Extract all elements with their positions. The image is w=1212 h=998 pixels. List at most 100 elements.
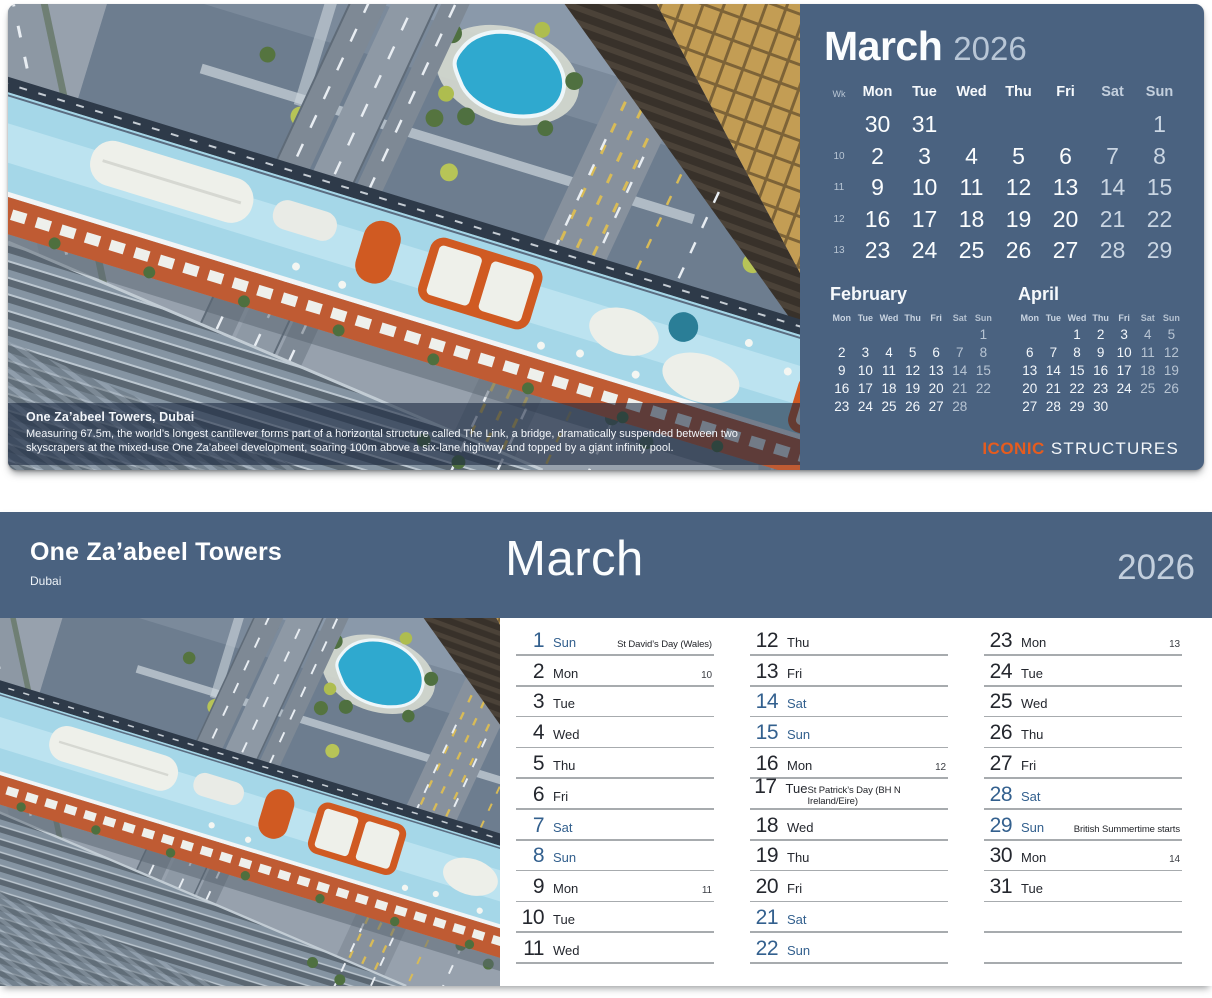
date-row-content: 31Tue xyxy=(984,875,1180,899)
bottom-month-name: March xyxy=(505,534,644,585)
day-header: Thu xyxy=(995,79,1042,105)
rule-line xyxy=(750,808,948,810)
day-cell: 23 xyxy=(854,235,901,267)
date-number: 1 xyxy=(516,629,544,653)
rule-line xyxy=(984,685,1182,687)
day-cell: 24 xyxy=(901,235,948,267)
mini-day-cell: 17 xyxy=(1112,362,1136,380)
desk-calendar-bottom-panel: One Za’abeel Towers Dubai March 2026 1Su… xyxy=(0,512,1212,986)
mini-day-cell: 17 xyxy=(854,380,878,398)
mini-day-cell xyxy=(924,326,948,344)
mini-day-cell xyxy=(972,398,996,416)
day-cell: 15 xyxy=(1136,172,1183,204)
rule-line xyxy=(516,839,714,841)
date-row: 25Wed xyxy=(984,692,1182,723)
mini-day-cell: 7 xyxy=(1042,344,1066,362)
rule-line xyxy=(984,870,1182,872)
aerial-photo-bottom xyxy=(0,618,500,986)
date-row-content: 10Tue xyxy=(516,906,712,930)
rule-line xyxy=(750,654,948,656)
caption-title: One Za’abeel Towers, Dubai xyxy=(26,410,782,424)
date-row-content: 12Thu xyxy=(750,629,946,653)
rule-line xyxy=(516,685,714,687)
day-label: Sun xyxy=(787,943,810,958)
rule-line xyxy=(516,931,714,933)
day-label: Wed xyxy=(787,820,814,835)
mini-day-cell: 30 xyxy=(1089,398,1113,416)
mini-month-title: February xyxy=(830,284,1002,305)
date-row-content: 5Thu xyxy=(516,752,712,776)
location-subtitle: Dubai xyxy=(30,574,282,588)
date-row: 22 Sun xyxy=(750,938,948,969)
date-row: 23Mon13 xyxy=(984,630,1182,661)
date-number: 31 xyxy=(984,875,1012,899)
day-label: Tue xyxy=(1021,666,1043,681)
mini-day-cell: 10 xyxy=(1112,344,1136,362)
date-row-content: 24 Tue xyxy=(984,660,1180,684)
date-row-content: 3Tue xyxy=(516,690,712,714)
mini-day-header: Wed xyxy=(1065,311,1089,326)
rule-line xyxy=(984,808,1182,810)
day-label: Thu xyxy=(553,758,575,773)
date-row xyxy=(984,907,1182,938)
date-number: 14 xyxy=(750,690,778,714)
mini-day-cell: 21 xyxy=(948,380,972,398)
date-row: 30 Mon 14 xyxy=(984,846,1182,877)
mini-day-cell: 24 xyxy=(1112,380,1136,398)
day-cell: 5 xyxy=(995,141,1042,173)
date-number: 24 xyxy=(984,660,1012,684)
date-row: 12Thu xyxy=(750,630,948,661)
day-cell: 25 xyxy=(948,235,995,267)
mini-day-cell: 25 xyxy=(1136,380,1160,398)
mini-day-cell: 4 xyxy=(1136,326,1160,344)
date-row-content: 16Mon12 xyxy=(750,752,946,776)
day-header: Sat xyxy=(1089,79,1136,105)
date-row xyxy=(984,938,1182,969)
day-header: Fri xyxy=(1042,79,1089,105)
mini-day-cell xyxy=(830,326,854,344)
rule-line xyxy=(750,747,948,749)
mini-day-cell: 13 xyxy=(1018,362,1042,380)
mini-day-cell: 21 xyxy=(1042,380,1066,398)
date-number: 8 xyxy=(516,844,544,868)
date-row-content: 2Mon10 xyxy=(516,660,712,684)
date-number: 22 xyxy=(750,937,778,961)
day-cell: 10 xyxy=(901,172,948,204)
date-number: 4 xyxy=(516,721,544,745)
rule-line xyxy=(984,839,1182,841)
date-number: 21 xyxy=(750,906,778,930)
mini-day-cell: 8 xyxy=(972,344,996,362)
date-row: 1SunSt David’s Day (Wales) xyxy=(516,630,714,661)
day-label: Fri xyxy=(553,789,568,804)
mini-day-cell: 28 xyxy=(948,398,972,416)
date-number: 30 xyxy=(984,844,1012,868)
date-number: 13 xyxy=(750,660,778,684)
mini-day-header: Mon xyxy=(1018,311,1042,326)
date-row: 9Mon11 xyxy=(516,876,714,907)
day-cell: 30 xyxy=(854,109,901,141)
date-column: 12Thu13Fri14Sat15Sun16Mon1217TueSt Patri… xyxy=(750,630,948,986)
day-label: Tue xyxy=(786,781,808,796)
mini-day-cell: 29 xyxy=(1065,398,1089,416)
day-label: Wed xyxy=(553,943,580,958)
week-number: 14 xyxy=(1169,854,1180,865)
day-label: Mon xyxy=(1021,850,1046,865)
day-label: Wed xyxy=(553,727,580,742)
week-number: 13 xyxy=(824,235,854,267)
photo-caption: One Za’abeel Towers, Dubai Measuring 67.… xyxy=(8,403,800,465)
date-row: 11Wed xyxy=(516,938,714,969)
day-cell xyxy=(1042,109,1089,141)
day-label: Sun xyxy=(787,727,810,742)
day-header: Sun xyxy=(1136,79,1183,105)
day-label: Tue xyxy=(553,912,575,927)
mini-day-cell: 5 xyxy=(1160,326,1184,344)
week-number: 12 xyxy=(935,762,946,773)
mini-day-cell: 8 xyxy=(1065,344,1089,362)
date-row-content: 18Wed xyxy=(750,814,946,838)
day-cell: 18 xyxy=(948,204,995,236)
mini-day-cell: 6 xyxy=(1018,344,1042,362)
date-number: 3 xyxy=(516,690,544,714)
day-cell: 27 xyxy=(1042,235,1089,267)
date-row: 14Sat xyxy=(750,692,948,723)
rule-line xyxy=(516,870,714,872)
